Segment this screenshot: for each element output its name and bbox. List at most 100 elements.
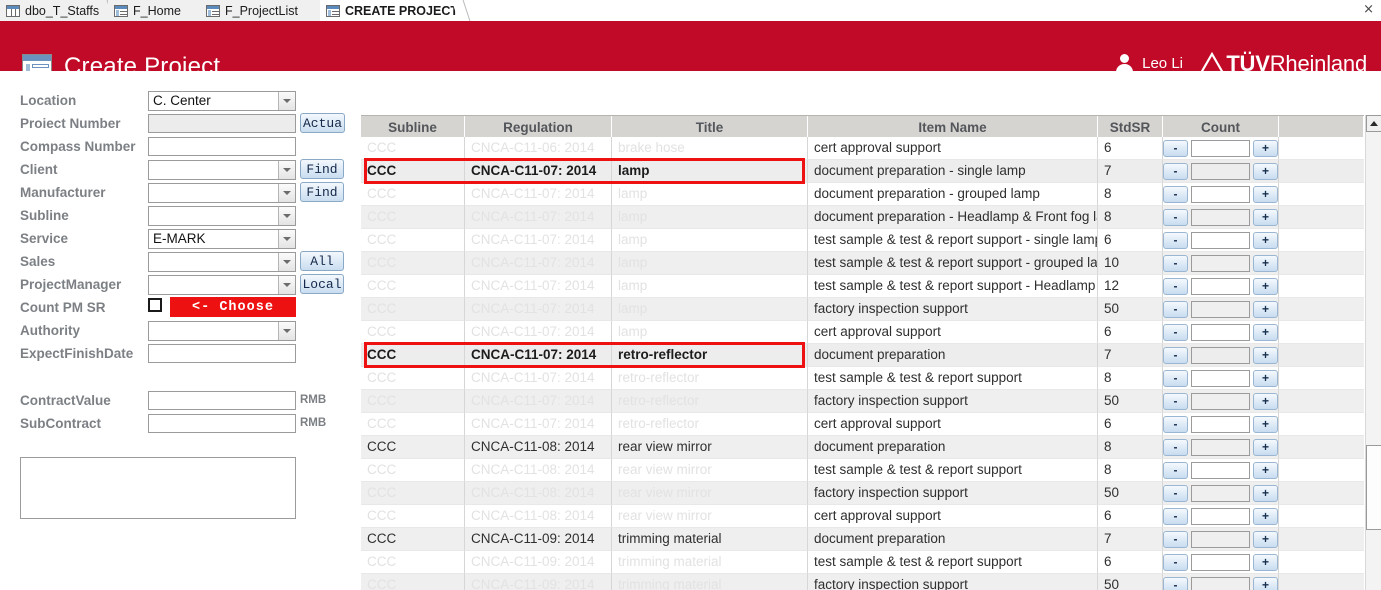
decrement-button[interactable]: - — [1163, 484, 1188, 502]
table-row[interactable]: CCC CNCA-C11-07: 2014 lamp test sample & te… — [361, 229, 1364, 252]
table-row[interactable]: CCC CNCA-C11-07: 2014 lamp cert approval su… — [361, 321, 1364, 344]
decrement-button[interactable]: - — [1163, 300, 1188, 318]
count-input[interactable] — [1190, 438, 1251, 456]
table-row[interactable]: CCC CNCA-C11-07: 2014 retro-reflector docum… — [361, 344, 1364, 367]
chevron-down-icon[interactable] — [278, 161, 295, 179]
increment-button[interactable]: + — [1253, 530, 1278, 548]
local-pm-button[interactable]: Local — [300, 274, 344, 294]
table-row[interactable]: CCC CNCA-C11-07: 2014 lamp test sample & te… — [361, 252, 1364, 275]
count-input[interactable] — [1190, 185, 1251, 203]
table-row[interactable]: CCC CNCA-C11-06: 2014 brake hose cert appro… — [361, 137, 1364, 160]
chevron-down-icon[interactable] — [278, 184, 295, 202]
table-row[interactable]: CCC CNCA-C11-08: 2014 rear view mirror cert… — [361, 505, 1364, 528]
count-input[interactable] — [1190, 484, 1251, 502]
table-row[interactable]: CCC CNCA-C11-07: 2014 lamp document prepara… — [361, 206, 1364, 229]
actual-button[interactable]: Actua — [300, 113, 345, 133]
decrement-button[interactable]: - — [1163, 415, 1188, 433]
table-row[interactable]: CCC CNCA-C11-07: 2014 retro-reflector test … — [361, 367, 1364, 390]
table-row[interactable]: CCC CNCA-C11-09: 2014 trimming material fac… — [361, 574, 1364, 590]
table-row[interactable]: CCC CNCA-C11-07: 2014 retro-reflector facto… — [361, 390, 1364, 413]
column-header-stdsr[interactable]: StdSR — [1098, 116, 1163, 138]
chevron-down-icon[interactable] — [278, 322, 295, 340]
count-input[interactable] — [1190, 277, 1251, 295]
tab-f-home[interactable]: F_Home — [108, 0, 209, 21]
decrement-button[interactable]: - — [1163, 254, 1188, 272]
table-row[interactable]: CCC CNCA-C11-07: 2014 lamp test sample & te… — [361, 275, 1364, 298]
decrement-button[interactable]: - — [1163, 438, 1188, 456]
field-input-contractvalue[interactable] — [148, 391, 296, 410]
chevron-down-icon[interactable] — [278, 253, 295, 271]
increment-button[interactable]: + — [1253, 231, 1278, 249]
decrement-button[interactable]: - — [1163, 369, 1188, 387]
increment-button[interactable]: + — [1253, 139, 1278, 157]
find-client-button[interactable]: Find — [300, 159, 344, 179]
table-row[interactable]: CCC CNCA-C11-07: 2014 retro-reflector cert … — [361, 413, 1364, 436]
decrement-button[interactable]: - — [1163, 185, 1188, 203]
increment-button[interactable]: + — [1253, 277, 1278, 295]
count-input[interactable] — [1190, 530, 1251, 548]
decrement-button[interactable]: - — [1163, 346, 1188, 364]
column-header-subline[interactable]: Subline — [361, 116, 465, 138]
count-input[interactable] — [1190, 323, 1251, 341]
field-select-service[interactable]: E-MARK — [148, 229, 296, 249]
decrement-button[interactable]: - — [1163, 162, 1188, 180]
chevron-down-icon[interactable] — [278, 207, 295, 225]
table-row[interactable]: CCC CNCA-C11-08: 2014 rear view mirror fact… — [361, 482, 1364, 505]
scrollbar-thumb[interactable] — [1366, 445, 1381, 530]
increment-button[interactable]: + — [1253, 185, 1278, 203]
remarks-textarea[interactable] — [20, 457, 296, 519]
count-input[interactable] — [1190, 208, 1251, 226]
tab-dbo-t-staffs[interactable]: dbo_T_Staffs — [0, 0, 115, 21]
column-header-title[interactable]: Title — [612, 116, 808, 138]
count-input[interactable] — [1190, 369, 1251, 387]
table-row[interactable]: CCC CNCA-C11-07: 2014 lamp factory inspecti… — [361, 298, 1364, 321]
count-input[interactable] — [1190, 507, 1251, 525]
increment-button[interactable]: + — [1253, 254, 1278, 272]
table-row[interactable]: CCC CNCA-C11-07: 2014 lamp document prepara… — [361, 183, 1364, 206]
increment-button[interactable]: + — [1253, 300, 1278, 318]
decrement-button[interactable]: - — [1163, 461, 1188, 479]
field-select-projectmanager[interactable] — [148, 275, 296, 295]
count-input[interactable] — [1190, 139, 1251, 157]
field-select-sales[interactable] — [148, 252, 296, 272]
close-icon[interactable]: × — [1363, 3, 1374, 17]
table-row[interactable]: CCC CNCA-C11-09: 2014 trimming material doc… — [361, 528, 1364, 551]
increment-button[interactable]: + — [1253, 461, 1278, 479]
decrement-button[interactable]: - — [1163, 323, 1188, 341]
field-select-authority[interactable] — [148, 321, 296, 341]
field-select-manufacturer[interactable] — [148, 183, 296, 203]
chevron-down-icon[interactable] — [278, 230, 295, 248]
increment-button[interactable]: + — [1253, 415, 1278, 433]
count-input[interactable] — [1190, 162, 1251, 180]
chevron-up-icon[interactable] — [1366, 115, 1381, 132]
increment-button[interactable]: + — [1253, 346, 1278, 364]
column-header-regulation[interactable]: Regulation — [465, 116, 612, 138]
increment-button[interactable]: + — [1253, 507, 1278, 525]
decrement-button[interactable]: - — [1163, 507, 1188, 525]
field-select-subline[interactable] — [148, 206, 296, 226]
increment-button[interactable]: + — [1253, 208, 1278, 226]
count-input[interactable] — [1190, 461, 1251, 479]
count-input[interactable] — [1190, 300, 1251, 318]
decrement-button[interactable]: - — [1163, 231, 1188, 249]
decrement-button[interactable]: - — [1163, 277, 1188, 295]
decrement-button[interactable]: - — [1163, 576, 1188, 590]
decrement-button[interactable]: - — [1163, 553, 1188, 571]
chevron-down-icon[interactable] — [278, 276, 295, 294]
increment-button[interactable]: + — [1253, 576, 1278, 590]
count-input[interactable] — [1190, 576, 1251, 590]
table-row[interactable]: CCC CNCA-C11-08: 2014 rear view mirror docu… — [361, 436, 1364, 459]
vertical-scrollbar[interactable] — [1365, 115, 1381, 590]
increment-button[interactable]: + — [1253, 484, 1278, 502]
count-input[interactable] — [1190, 415, 1251, 433]
increment-button[interactable]: + — [1253, 162, 1278, 180]
tab-f-projectlist[interactable]: F_ProjectList — [200, 0, 329, 21]
increment-button[interactable]: + — [1253, 553, 1278, 571]
find-manufacturer-button[interactable]: Find — [300, 182, 344, 202]
increment-button[interactable]: + — [1253, 323, 1278, 341]
chevron-down-icon[interactable] — [278, 92, 295, 110]
count-input[interactable] — [1190, 346, 1251, 364]
count-input[interactable] — [1190, 231, 1251, 249]
choose-button[interactable]: <- Choose — [170, 297, 296, 317]
decrement-button[interactable]: - — [1163, 392, 1188, 410]
